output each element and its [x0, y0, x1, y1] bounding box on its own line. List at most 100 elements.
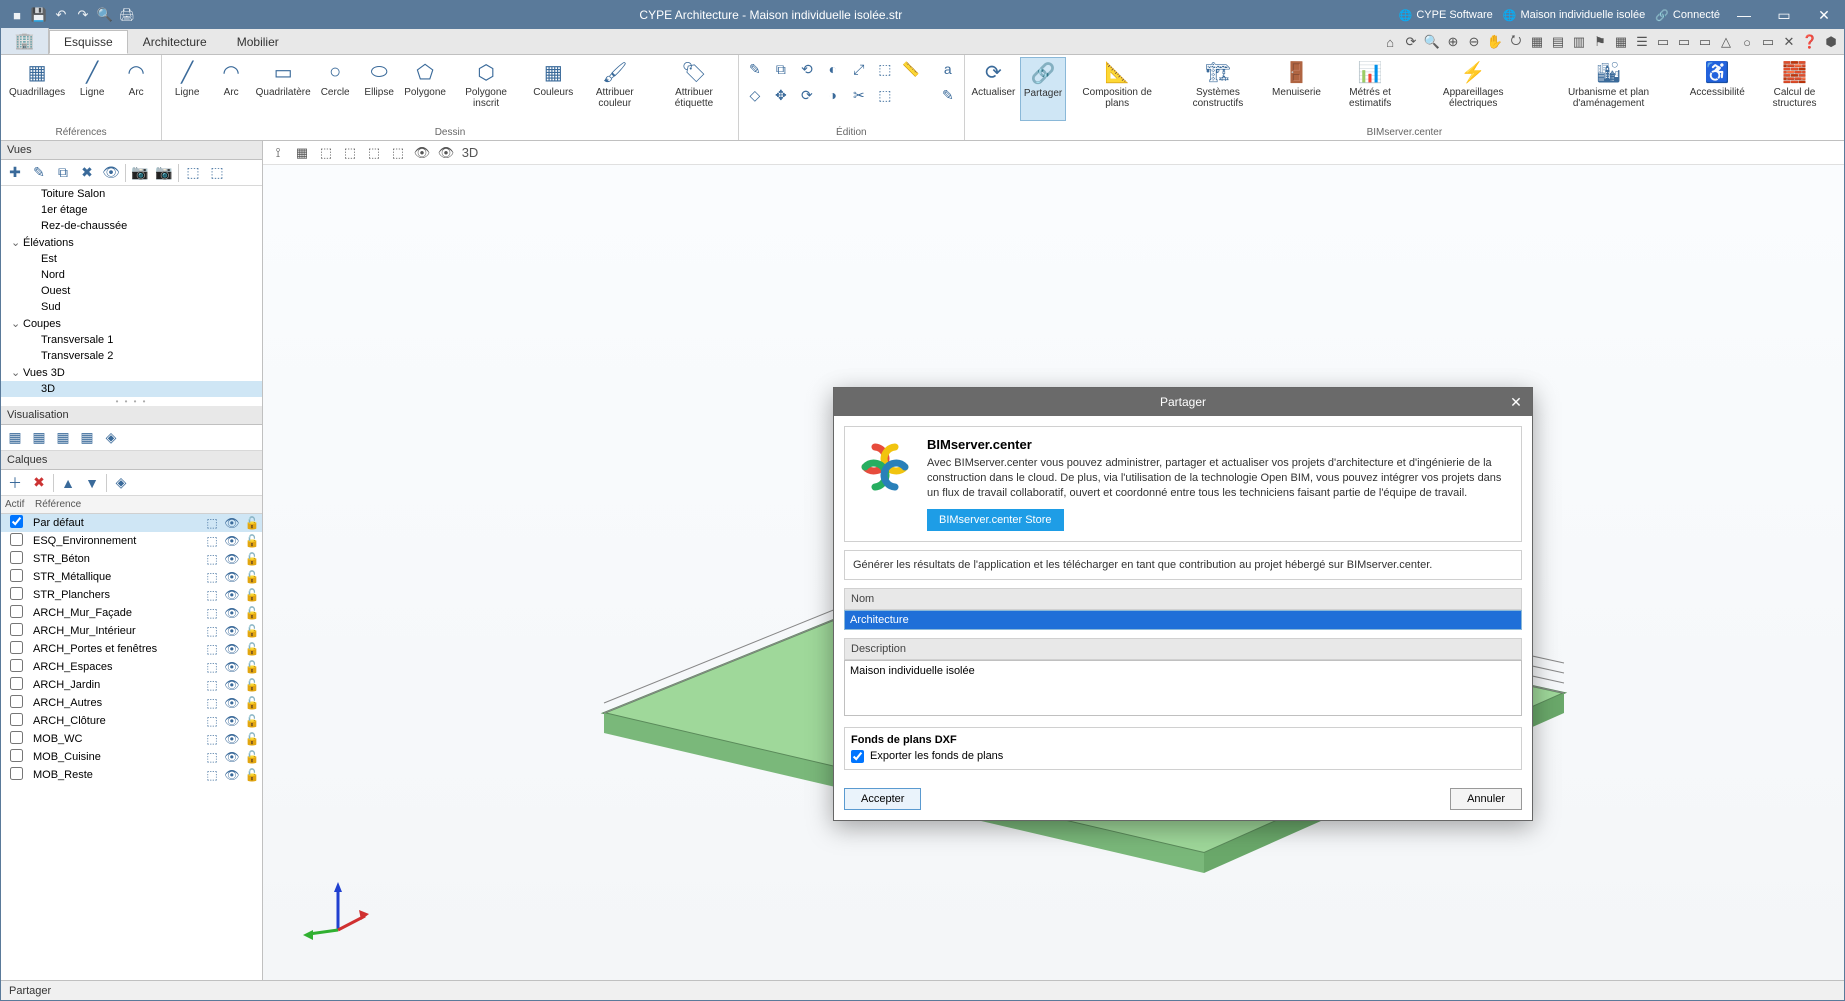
layer-eye-icon[interactable]: 👁 [222, 678, 242, 692]
dialog-close-button[interactable]: ✕ [1506, 392, 1526, 412]
layer-cube-icon[interactable]: ⬚ [202, 534, 222, 548]
tree-item[interactable]: Est [1, 251, 262, 267]
refresh-icon[interactable]: ⟳ [1402, 33, 1420, 51]
layer-lock-icon[interactable]: 🔓 [242, 570, 262, 584]
tree-group-coupes[interactable]: Coupes [1, 315, 262, 332]
edit-tool-2[interactable]: ◇ [743, 83, 767, 107]
layer-active-checkbox[interactable] [10, 641, 23, 654]
layer-active-checkbox[interactable] [10, 587, 23, 600]
layer-lock-icon[interactable]: 🔓 [242, 624, 262, 638]
layer-row[interactable]: Par défaut⬚👁🔓 [1, 514, 262, 532]
layer-cube-icon[interactable]: ⬚ [202, 642, 222, 656]
layer-row[interactable]: ARCH_Mur_Façade⬚👁🔓 [1, 604, 262, 622]
search-icon[interactable]: 🔍 [97, 7, 113, 23]
layer-lock-icon[interactable]: 🔓 [242, 552, 262, 566]
layer-cube-icon[interactable]: ⬚ [202, 696, 222, 710]
layer-lock-icon[interactable]: 🔓 [242, 750, 262, 764]
trim-tool[interactable]: ✂ [847, 83, 871, 107]
ellipse-button[interactable]: ⬭Ellipse [358, 57, 400, 121]
copy-tool[interactable]: ⧉ [769, 57, 793, 81]
tree-group-elevations[interactable]: Élévations [1, 234, 262, 251]
layer-lock-icon[interactable]: 🔓 [242, 588, 262, 602]
layer-active-checkbox[interactable] [10, 551, 23, 564]
mirror-tool[interactable]: ◐ [821, 57, 845, 81]
layer-active-checkbox[interactable] [10, 749, 23, 762]
layer-eye-icon[interactable]: 👁 [222, 570, 242, 584]
layer-eye-icon[interactable]: 👁 [222, 516, 242, 530]
metres-button[interactable]: 📊Métrés et estimatifs [1325, 57, 1414, 121]
polygone-button[interactable]: ⬠Polygone [402, 57, 448, 121]
view3-icon[interactable]: ▥ [1570, 33, 1588, 51]
arc-button[interactable]: ◠Arc [210, 57, 252, 121]
tool-icon[interactable]: ✚ [5, 163, 25, 183]
layer-row[interactable]: MOB_Reste⬚👁🔓 [1, 766, 262, 784]
layer-lock-icon[interactable]: 🔓 [242, 534, 262, 548]
layer-row[interactable]: ARCH_Portes et fenêtres⬚👁🔓 [1, 640, 262, 658]
add-layer-icon[interactable]: ＋ [5, 473, 25, 493]
quadrillages-button[interactable]: ▦Quadrillages [5, 57, 69, 121]
app-icon[interactable]: 🏢 [1, 28, 49, 54]
layer-eye-icon[interactable]: 👁 [222, 534, 242, 548]
tree-item[interactable]: 1er étage [1, 202, 262, 218]
layer-row[interactable]: MOB_Cuisine⬚👁🔓 [1, 748, 262, 766]
layer-cube-icon[interactable]: ⬚ [202, 570, 222, 584]
layer-cube-icon[interactable]: ⬚ [202, 678, 222, 692]
layer-lock-icon[interactable]: 🔓 [242, 768, 262, 782]
zoom-icon[interactable]: 🔍 [1423, 33, 1441, 51]
layer-cube-icon[interactable]: ⬚ [202, 660, 222, 674]
layer-lock-icon[interactable]: 🔓 [242, 714, 262, 728]
circle-icon[interactable]: ○ [1738, 33, 1756, 51]
layer-row[interactable]: ARCH_Espaces⬚👁🔓 [1, 658, 262, 676]
zoom-out-icon[interactable]: ⊖ [1465, 33, 1483, 51]
layer-active-checkbox[interactable] [10, 731, 23, 744]
undo-icon[interactable]: ↶ [53, 7, 69, 23]
redo-icon[interactable]: ↷ [75, 7, 91, 23]
layer-cube-icon[interactable]: ⬚ [202, 714, 222, 728]
layer-eye-icon[interactable]: 👁 [222, 732, 242, 746]
accessibilite-button[interactable]: ♿Accessibilité [1687, 57, 1747, 121]
layer-cube-icon[interactable]: ⬚ [202, 606, 222, 620]
layer-eye-icon[interactable]: 👁 [222, 750, 242, 764]
zoom-in-icon[interactable]: ⊕ [1444, 33, 1462, 51]
vis-icon[interactable]: ▦ [77, 428, 97, 448]
layer-active-checkbox[interactable] [10, 713, 23, 726]
layer-cube-icon[interactable]: ⬚ [202, 588, 222, 602]
software-link[interactable]: 🌐CYPE Software [1399, 9, 1493, 22]
moveup-icon[interactable]: ▲ [58, 473, 78, 493]
pan-icon[interactable]: ✋ [1486, 33, 1504, 51]
layer-row[interactable]: ARCH_Jardin⬚👁🔓 [1, 676, 262, 694]
tree-item[interactable]: Nord [1, 267, 262, 283]
window-icon[interactable]: ▭ [1759, 33, 1777, 51]
layer-active-checkbox[interactable] [10, 677, 23, 690]
rotate-tool[interactable]: ⟲ [795, 57, 819, 81]
tool-icon[interactable]: ✎ [29, 163, 49, 183]
tree-group-vues3d[interactable]: Vues 3D [1, 364, 262, 381]
attribuer-etiquette-button[interactable]: 🏷Attribuer étiquette [654, 57, 734, 121]
tab-esquisse[interactable]: Esquisse [49, 30, 128, 54]
partager-button[interactable]: 🔗Partager [1020, 57, 1066, 121]
composition-button[interactable]: 📐Composition de plans [1068, 57, 1166, 121]
vis-icon[interactable]: ▦ [29, 428, 49, 448]
box1-icon[interactable]: ▭ [1654, 33, 1672, 51]
layer-lock-icon[interactable]: 🔓 [242, 606, 262, 620]
tree-item[interactable]: Transversale 2 [1, 348, 262, 364]
menuiserie-button[interactable]: 🚪Menuiserie [1270, 57, 1324, 121]
tool-icon[interactable]: 📷 [154, 163, 174, 183]
layer-lock-icon[interactable]: 🔓 [242, 660, 262, 674]
tree-item[interactable]: Toiture Salon [1, 186, 262, 202]
layer-lock-icon[interactable]: 🔓 [242, 732, 262, 746]
mirror2-tool[interactable]: ◑ [821, 83, 845, 107]
layer-lock-icon[interactable]: 🔓 [242, 696, 262, 710]
pencil-tool[interactable]: ✎ [936, 83, 960, 107]
layer-row[interactable]: MOB_WC⬚👁🔓 [1, 730, 262, 748]
layer-cube-icon[interactable]: ⬚ [202, 552, 222, 566]
layer-row[interactable]: STR_Métallique⬚👁🔓 [1, 568, 262, 586]
layer-eye-icon[interactable]: 👁 [222, 660, 242, 674]
box2-icon[interactable]: ▭ [1675, 33, 1693, 51]
layer-eye-icon[interactable]: 👁 [222, 714, 242, 728]
edit-tool-1[interactable]: ✎ [743, 57, 767, 81]
bimserver-store-button[interactable]: BIMserver.center Store [927, 509, 1064, 531]
layer-active-checkbox[interactable] [10, 605, 23, 618]
print-icon[interactable]: 🖨 [119, 7, 135, 23]
cube-icon[interactable]: ⬢ [1822, 33, 1840, 51]
